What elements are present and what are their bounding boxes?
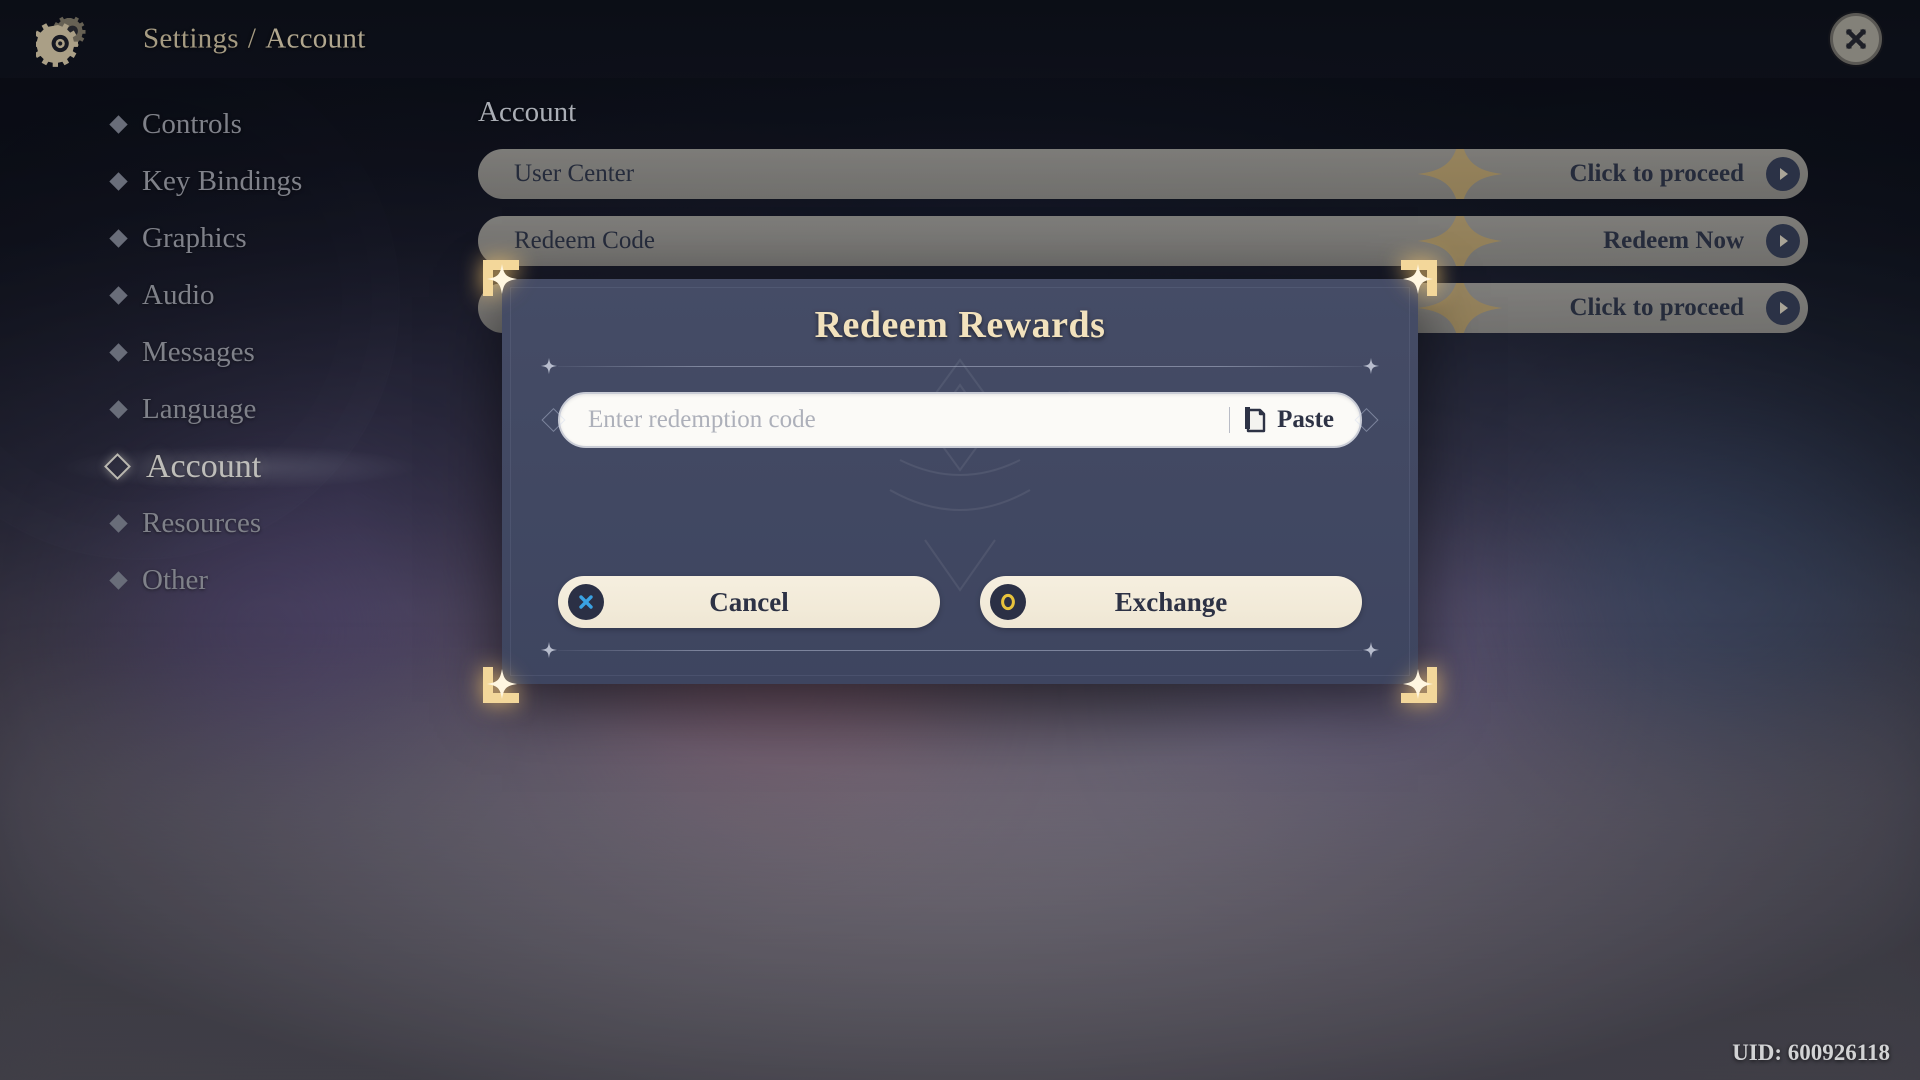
exchange-label: Exchange: [1114, 586, 1228, 617]
dialog-actions: Cancel Exchange: [558, 576, 1362, 628]
corner-ornament-icon: [1401, 667, 1437, 703]
corner-ornament-icon: [1401, 260, 1437, 296]
corner-ornament-icon: [483, 260, 519, 296]
paste-button[interactable]: Paste: [1244, 406, 1340, 434]
corner-ornament-icon: [483, 667, 519, 703]
cross-icon: [568, 584, 604, 620]
paste-label: Paste: [1277, 406, 1334, 433]
redemption-code-field-group: Paste: [541, 392, 1379, 448]
game-settings-screen: Settings / Account Controls Key Bindings…: [0, 0, 1920, 1080]
redemption-code-input-box[interactable]: Paste: [558, 392, 1362, 448]
divider-line: [558, 365, 1362, 367]
dialog-divider-bottom: [540, 641, 1380, 659]
exchange-button[interactable]: Exchange: [980, 576, 1362, 628]
dialog-title: Redeem Rewards: [814, 304, 1106, 346]
redeem-rewards-dialog: Redeem Rewards Enter redemption code Pas…: [483, 260, 1437, 703]
divider: [1229, 407, 1231, 433]
star-ornament-icon: [540, 641, 558, 659]
dialog-divider-top: [540, 357, 1380, 375]
clipboard-icon: [1245, 407, 1266, 433]
divider-line: [558, 649, 1362, 651]
star-ornament-icon: [1362, 357, 1380, 375]
star-ornament-icon: [540, 357, 558, 375]
redemption-code-input[interactable]: [588, 406, 1224, 434]
star-ornament-icon: [1362, 641, 1380, 659]
cancel-button[interactable]: Cancel: [558, 576, 940, 628]
cancel-label: Cancel: [709, 586, 789, 617]
circle-ring-icon: [990, 584, 1026, 620]
